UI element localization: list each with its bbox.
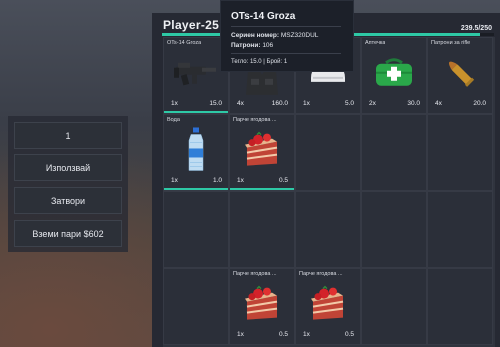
- use-button[interactable]: Използвай: [14, 154, 122, 181]
- slot-weight: 30.0: [407, 100, 420, 107]
- durability-bar: [164, 111, 228, 113]
- inventory-slot-20[interactable]: [427, 268, 493, 345]
- slot-count: 4x: [435, 100, 442, 107]
- quantity-input[interactable]: 1: [14, 122, 122, 149]
- slot-weight: 5.0: [344, 100, 354, 107]
- slot-count: 1x: [171, 177, 178, 184]
- durability-bar: [230, 188, 294, 190]
- ammo-label: Патрони:: [231, 42, 261, 49]
- inventory-slot-17[interactable]: Парче ягодова ... 1x 0.5: [229, 268, 295, 345]
- cake-icon: [308, 283, 348, 328]
- weight-readout: 239.5/250: [460, 25, 492, 32]
- slot-label: Патрони за rifle: [431, 40, 471, 46]
- cake-icon: [242, 129, 282, 174]
- cake-icon: [242, 283, 282, 328]
- bullet-icon: [440, 54, 480, 95]
- divider: [231, 53, 341, 54]
- slot-count: 1x: [171, 100, 178, 107]
- ammo-value: 106: [262, 42, 274, 49]
- slot-weight: 0.5: [344, 331, 354, 338]
- inventory-slot-16[interactable]: [163, 268, 229, 345]
- slot-weight: 15.0: [209, 100, 222, 107]
- slot-count: 1x: [303, 100, 310, 107]
- inventory-slot-11[interactable]: [163, 191, 229, 268]
- close-button[interactable]: Затвори: [14, 187, 122, 214]
- slot-weight: 20.0: [473, 100, 486, 107]
- item-tooltip: OTs-14 Groza Сериен номер: MSZ320DUL Пат…: [220, 0, 354, 72]
- inventory-slot-14[interactable]: [361, 191, 427, 268]
- water-bottle-icon: [186, 126, 206, 177]
- inventory-slot-7[interactable]: Парче ягодова ... 1x 0.5: [229, 114, 295, 191]
- slot-count: 2x: [369, 100, 376, 107]
- medkit-icon: [372, 56, 416, 93]
- inventory-slot-13[interactable]: [295, 191, 361, 268]
- inventory-grid: OTs-14 Groza 1x 15.0 4x 160.0 1x 5.0 Апт…: [163, 37, 495, 347]
- slot-label: Парче ягодова ...: [299, 271, 343, 277]
- slot-count: 1x: [303, 331, 310, 338]
- rifle-icon: [172, 56, 220, 93]
- context-menu: 1 Използвай Затвори Вземи пари $602: [8, 116, 128, 252]
- take-money-button[interactable]: Вземи пари $602: [14, 220, 122, 247]
- durability-bar: [164, 188, 228, 190]
- inventory-slot-18[interactable]: Парче ягодова ... 1x 0.5: [295, 268, 361, 345]
- slot-label: Парче ягодова ...: [233, 117, 277, 123]
- slot-count: 1x: [237, 177, 244, 184]
- inventory-slot-9[interactable]: [361, 114, 427, 191]
- slot-label: Аптечка: [365, 40, 386, 46]
- inventory-slot-15[interactable]: [427, 191, 493, 268]
- slot-weight: 1.0: [212, 177, 222, 184]
- slot-label: OTs-14 Groza: [167, 40, 202, 46]
- slot-weight: 0.5: [278, 177, 288, 184]
- slot-label: Вода: [167, 117, 180, 123]
- serial-value: MSZ320DUL: [280, 32, 319, 39]
- slot-label: Парче ягодова ...: [233, 271, 277, 277]
- slot-count: 1x: [237, 331, 244, 338]
- slot-weight: 0.5: [278, 331, 288, 338]
- serial-label: Сериен номер:: [231, 32, 279, 39]
- slot-weight: 160.0: [271, 100, 288, 107]
- tooltip-footer: Тегло: 15.0 | Брой: 1: [231, 59, 288, 65]
- inventory-slot-10[interactable]: [427, 114, 493, 191]
- inventory-slot-12[interactable]: [229, 191, 295, 268]
- inventory-slot-6[interactable]: Вода 1x 1.0: [163, 114, 229, 191]
- inventory-slot-4[interactable]: Аптечка 2x 30.0: [361, 37, 427, 114]
- inventory-slot-19[interactable]: [361, 268, 427, 345]
- inventory-slot-5[interactable]: Патрони за rifle 4x 20.0: [427, 37, 493, 114]
- player-name: Player-25: [163, 18, 220, 32]
- divider: [231, 26, 341, 27]
- serial-row: Сериен номер: MSZ320DUL: [231, 32, 318, 39]
- tooltip-title: OTs-14 Groza: [231, 11, 296, 22]
- inventory-slot-8[interactable]: [295, 114, 361, 191]
- ammo-row: Патрони: 106: [231, 42, 273, 49]
- slot-count: 4x: [237, 100, 244, 107]
